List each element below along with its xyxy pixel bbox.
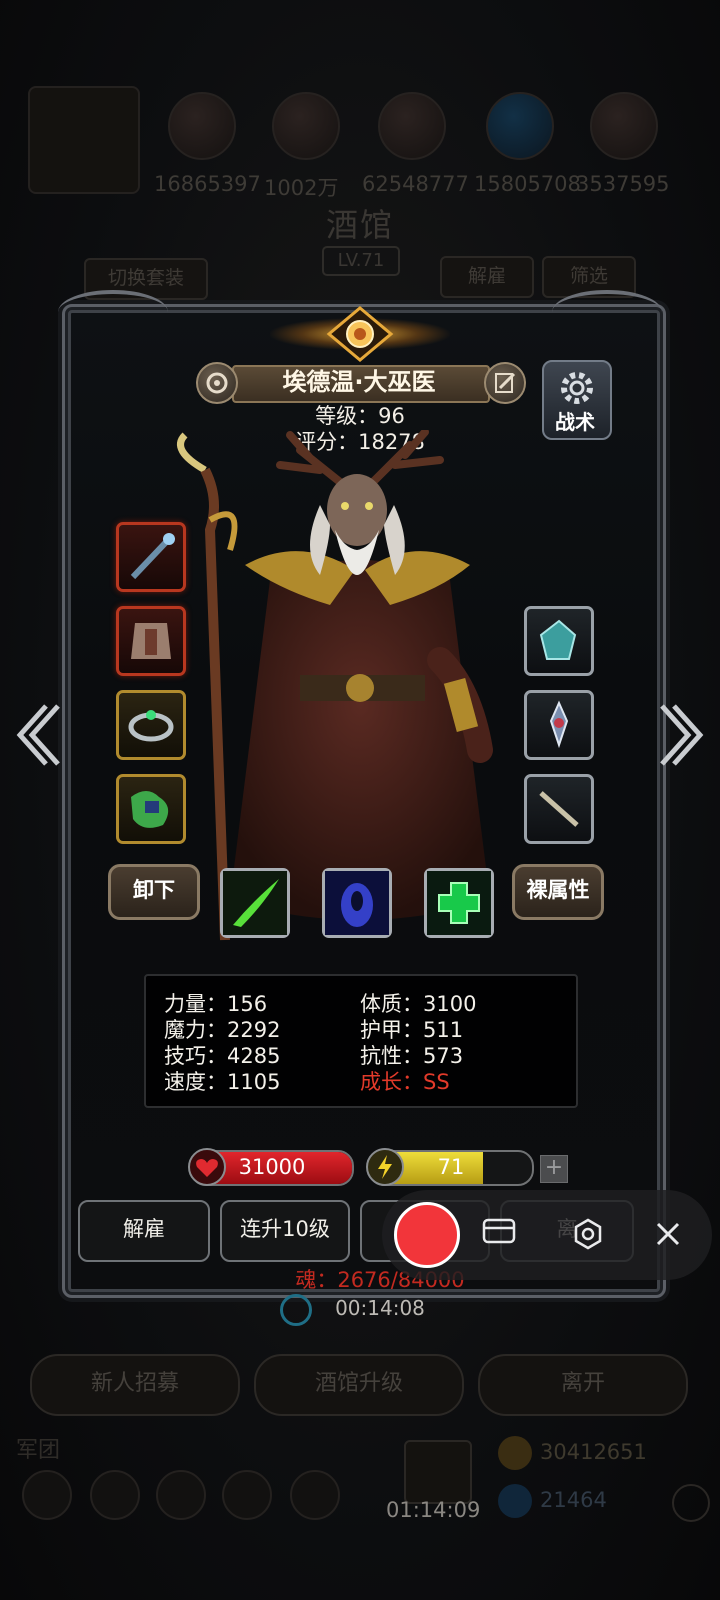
bg-dismiss-button[interactable]: 解雇 — [440, 256, 534, 298]
add-round-icon[interactable] — [672, 1484, 710, 1522]
tavern-title: 酒馆 — [325, 206, 394, 244]
level-up-10-button[interactable]: 连升10级 — [220, 1200, 350, 1262]
rename-button[interactable] — [484, 362, 526, 404]
skill-slot-2[interactable] — [322, 868, 392, 938]
equip-slot-accessory[interactable] — [116, 774, 186, 844]
equip-slot-ring[interactable] — [116, 690, 186, 760]
resource-value-1: 16865397 — [154, 172, 261, 196]
skill-slot-1[interactable] — [220, 868, 290, 938]
armor-icon — [131, 623, 171, 659]
equip-slot-weapon[interactable] — [116, 522, 186, 592]
bottom-nav-1[interactable] — [22, 1470, 72, 1520]
record-button[interactable] — [394, 1202, 460, 1268]
stat-growth: 成长：SS — [360, 1070, 450, 1094]
settings-hex-icon[interactable] — [572, 1218, 604, 1250]
hero-name: 埃德温·大巫医 — [282, 368, 436, 396]
add-energy-button[interactable]: + — [540, 1155, 568, 1183]
chest-timer: 01:14:09 — [386, 1498, 481, 1522]
ring-icon — [128, 710, 174, 742]
gold-value: 30412651 — [540, 1440, 647, 1464]
medal-icon — [549, 700, 569, 749]
green-slash-skill-icon — [223, 871, 287, 935]
medal-badge-icon — [206, 372, 228, 394]
chest-icon[interactable] — [404, 1440, 472, 1504]
equip-slot-medal[interactable] — [524, 690, 594, 760]
bottom-nav-4[interactable] — [222, 1470, 272, 1520]
countdown-timer: 00:14:08 — [335, 1296, 425, 1320]
gem-icon — [498, 1484, 532, 1518]
folder-icon[interactable] — [482, 1216, 516, 1246]
bare-attributes-button[interactable]: 裸属性 — [512, 864, 604, 920]
panel-ornament-left — [58, 290, 168, 334]
staff-icon — [130, 533, 175, 580]
gem-value: 21464 — [540, 1488, 607, 1512]
bottom-nav-5[interactable] — [290, 1470, 340, 1520]
prev-hero-arrow-icon[interactable] — [12, 700, 62, 770]
heart-icon — [188, 1148, 226, 1186]
gold-coin-icon — [498, 1436, 532, 1470]
resource-icon-3 — [378, 92, 446, 160]
equip-slot-armor[interactable] — [116, 606, 186, 676]
skill-slot-3[interactable] — [424, 868, 494, 938]
close-icon[interactable] — [654, 1220, 682, 1248]
next-hero-arrow-icon[interactable] — [658, 700, 708, 770]
corps-label: 军团 — [16, 1438, 61, 1463]
resource-icon-1 — [168, 92, 236, 160]
panel-ornament-right — [552, 290, 662, 334]
resource-icon-4 — [486, 92, 554, 160]
unequip-button[interactable]: 卸下 — [108, 864, 200, 920]
resource-icon-2 — [272, 92, 340, 160]
map-icon — [131, 791, 169, 828]
recruit-button[interactable]: 新人招募 — [30, 1354, 240, 1416]
dismiss-button[interactable]: 解雇 — [78, 1200, 210, 1262]
crystal-icon — [539, 619, 577, 660]
upgrade-tavern-button[interactable]: 酒馆升级 — [254, 1354, 464, 1416]
equip-slot-gem[interactable] — [524, 606, 594, 676]
tavern-level: LV.71 — [322, 246, 400, 276]
hero-badge-button[interactable] — [196, 362, 238, 404]
resource-value-4: 15805708 — [474, 172, 581, 196]
equip-slot-relic[interactable] — [524, 774, 594, 844]
edit-icon — [495, 372, 516, 393]
resource-icon-5 — [590, 92, 658, 160]
stat-speed: 速度：1105 — [164, 1070, 281, 1094]
resource-value-5: 3537595 — [576, 172, 670, 196]
green-cross-skill-icon — [427, 871, 491, 935]
gear-icon — [561, 372, 593, 404]
resource-value-2: 1002万 — [264, 176, 339, 200]
back-portrait — [28, 86, 140, 194]
resource-value-3: 62548777 — [362, 172, 469, 196]
bottom-nav-2[interactable] — [90, 1470, 140, 1520]
bone-icon — [539, 791, 579, 827]
bottom-nav-3[interactable] — [156, 1470, 206, 1520]
blue-shadow-skill-icon — [325, 871, 389, 935]
leave-tavern-button[interactable]: 离开 — [478, 1354, 688, 1416]
emblem-icon — [326, 306, 394, 362]
lightning-icon — [366, 1148, 404, 1186]
